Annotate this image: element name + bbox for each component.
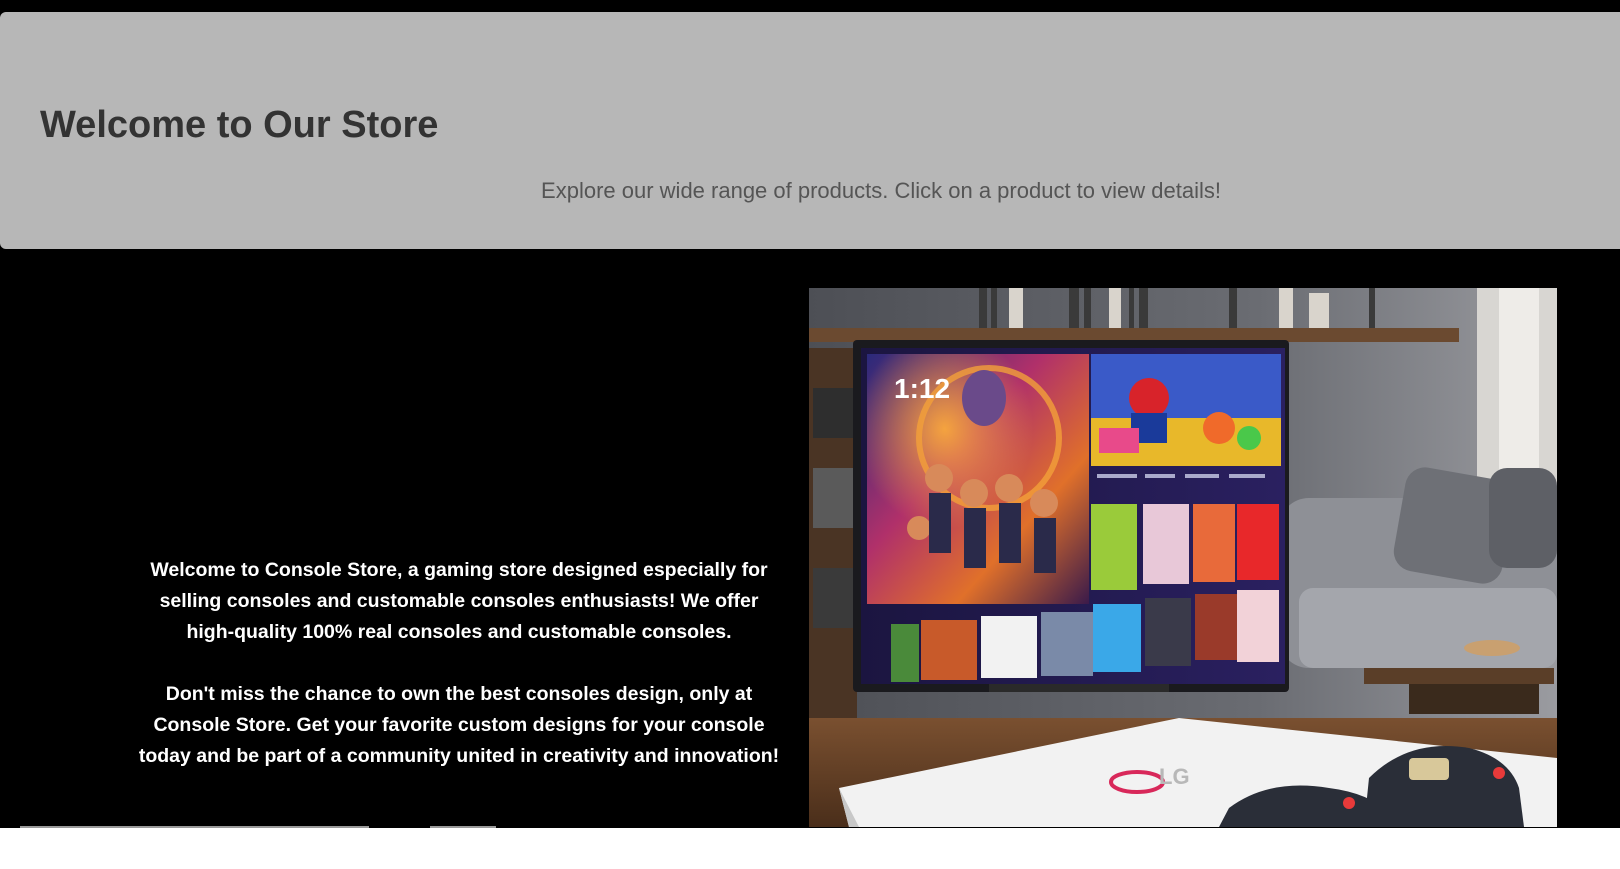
page-title: Welcome to Our Store [40, 104, 439, 146]
intro-paragraph-2: Don't miss the chance to own the best co… [138, 683, 780, 767]
product-button-top-edge[interactable] [20, 826, 369, 828]
hero-image: 1:12 LG [809, 288, 1557, 827]
console-brand-logo: LG [1159, 764, 1190, 789]
product-button-top-edge-2[interactable] [430, 826, 496, 828]
page-subtitle: Explore our wide range of products. Clic… [541, 178, 1221, 203]
intro-paragraph-1: Welcome to Console Store, a gaming store… [150, 559, 768, 643]
living-room-tv-illustration: 1:12 LG [809, 288, 1557, 827]
store-intro: Welcome to Console Store, a gaming store… [135, 555, 783, 803]
page-bottom-area [0, 828, 1620, 869]
store-header: Welcome to Our Store Explore our wide ra… [0, 12, 1620, 249]
tv-clock: 1:12 [894, 373, 950, 404]
